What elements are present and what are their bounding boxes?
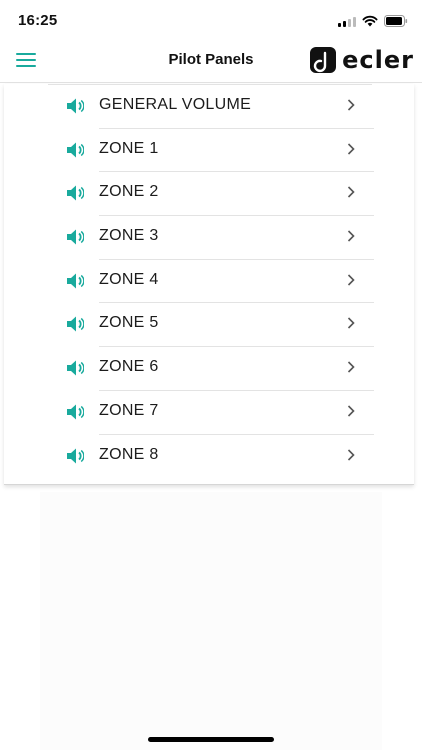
- status-bar: 16:25: [0, 0, 422, 40]
- divider: [99, 433, 374, 435]
- speaker-icon: [67, 448, 84, 463]
- speaker-icon: [67, 404, 84, 420]
- navigation-bar: Pilot Panels ecler: [0, 40, 422, 83]
- divider: [99, 389, 374, 391]
- pilot-panels-list: GENERAL VOLUME ZONE 1 ZONE 2 ZONE 3 ZONE…: [4, 84, 414, 477]
- divider: [99, 302, 374, 304]
- chevron-right-icon: [347, 317, 355, 330]
- list-item-label: ZONE 1: [99, 139, 159, 157]
- speaker-icon: [67, 185, 84, 201]
- divider: [99, 171, 374, 173]
- list-item-label: ZONE 5: [99, 314, 159, 332]
- home-indicator[interactable]: [148, 737, 274, 742]
- list-item-zone-6[interactable]: ZONE 6: [4, 346, 414, 390]
- list-item-zone-4[interactable]: ZONE 4: [4, 258, 414, 303]
- brand-name: ecler: [342, 46, 414, 74]
- divider: [99, 346, 374, 348]
- list-item-zone-1[interactable]: ZONE 1: [4, 127, 414, 172]
- chevron-right-icon: [347, 274, 355, 286]
- status-icons: [338, 14, 408, 28]
- divider: [99, 215, 374, 217]
- divider: [48, 84, 372, 85]
- list-item-zone-2[interactable]: ZONE 2: [4, 171, 414, 215]
- pilot-panels-list-card: GENERAL VOLUME ZONE 1 ZONE 2 ZONE 3 ZONE…: [4, 84, 414, 485]
- speaker-icon: [67, 142, 84, 158]
- empty-content-area: [40, 492, 382, 750]
- list-item-label: ZONE 6: [99, 358, 159, 376]
- list-item-zone-8[interactable]: ZONE 8: [4, 433, 414, 478]
- chevron-right-icon: [347, 448, 355, 461]
- list-item-zone-5[interactable]: ZONE 5: [4, 302, 414, 346]
- chevron-right-icon: [347, 143, 355, 155]
- speaker-icon: [67, 360, 84, 376]
- list-item-label: ZONE 2: [99, 183, 159, 201]
- chevron-right-icon: [347, 361, 355, 373]
- speaker-icon: [67, 273, 84, 289]
- list-item-label: ZONE 4: [99, 270, 159, 288]
- battery-icon: [384, 15, 408, 27]
- speaker-icon: [67, 229, 84, 245]
- list-item-label: ZONE 7: [99, 401, 159, 419]
- wifi-icon: [362, 15, 378, 27]
- list-item-zone-7[interactable]: ZONE 7: [4, 389, 414, 434]
- chevron-right-icon: [347, 99, 355, 111]
- divider: [99, 127, 374, 129]
- cellular-signal-icon: [338, 16, 356, 27]
- ecler-logo-mark-icon: [310, 47, 337, 73]
- list-item-general-volume[interactable]: GENERAL VOLUME: [4, 84, 414, 128]
- chevron-right-icon: [347, 230, 355, 242]
- status-time: 16:25: [18, 12, 58, 29]
- ecler-logo: ecler: [310, 46, 414, 74]
- list-item-label: ZONE 8: [99, 445, 159, 463]
- list-item-label: ZONE 3: [99, 227, 159, 245]
- list-item-zone-3[interactable]: ZONE 3: [4, 215, 414, 259]
- chevron-right-icon: [347, 186, 355, 198]
- chevron-right-icon: [347, 405, 355, 417]
- divider: [99, 258, 374, 260]
- speaker-icon: [67, 98, 84, 114]
- list-item-label: GENERAL VOLUME: [99, 96, 252, 113]
- speaker-icon: [67, 316, 84, 332]
